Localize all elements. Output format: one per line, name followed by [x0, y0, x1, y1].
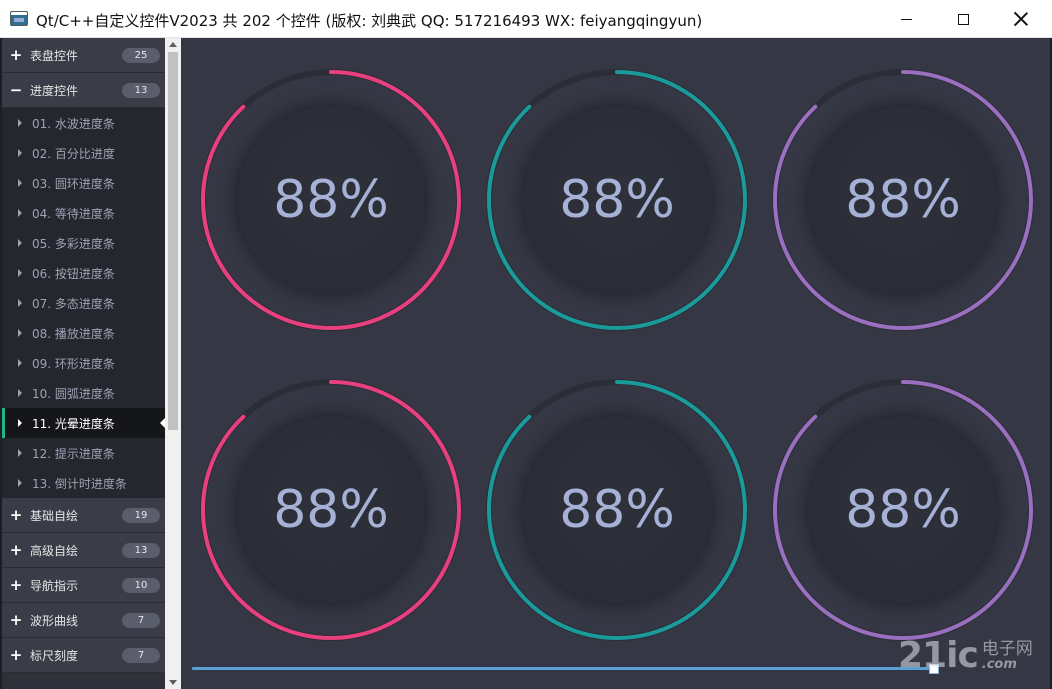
- nav-group-label: 表盘控件: [30, 48, 79, 63]
- scroll-down-icon[interactable]: [169, 680, 177, 685]
- nav-group[interactable]: + 波形曲线 7: [2, 603, 166, 638]
- halo-progress-gauge: 88%: [482, 375, 752, 645]
- caret-right-icon: [18, 209, 22, 217]
- count-badge: 7: [122, 648, 160, 663]
- count-badge: 19: [122, 508, 160, 523]
- maximize-icon: [957, 13, 969, 25]
- expand-icon: +: [9, 646, 23, 664]
- expand-icon: +: [9, 576, 23, 594]
- caret-right-icon: [18, 329, 22, 337]
- expand-icon: +: [9, 506, 23, 524]
- nav-group-label: 标尺刻度: [30, 648, 79, 663]
- minimize-icon: [900, 18, 912, 20]
- nav-item[interactable]: 06. 按钮进度条: [2, 258, 166, 288]
- progress-slider-track[interactable]: [192, 667, 937, 670]
- caret-right-icon: [18, 119, 22, 127]
- watermark-cn: 电子网: [981, 639, 1033, 659]
- watermark-logo: 21ic 电子网 .com: [898, 638, 1033, 674]
- nav-group-label: 基础自绘: [30, 508, 79, 523]
- nav-item-label: 08. 播放进度条: [32, 326, 115, 341]
- expand-icon: +: [9, 611, 23, 629]
- nav-item-label: 09. 环形进度条: [32, 356, 115, 371]
- nav-group[interactable]: + 基础自绘 19: [2, 498, 166, 533]
- nav-group[interactable]: + 高级自绘 13: [2, 533, 166, 568]
- caret-right-icon: [18, 479, 22, 487]
- caret-right-icon: [18, 179, 22, 187]
- collapse-icon: −: [9, 81, 23, 99]
- expand-icon: +: [9, 541, 23, 559]
- nav-group-label: 高级自绘: [30, 543, 79, 558]
- nav-item[interactable]: 01. 水波进度条: [2, 108, 166, 138]
- nav-item[interactable]: 08. 播放进度条: [2, 318, 166, 348]
- count-badge: 13: [122, 543, 160, 558]
- gauge-value: 88%: [845, 170, 961, 230]
- halo-progress-gauge: 88%: [482, 65, 752, 335]
- nav-group[interactable]: + 标尺刻度 7: [2, 638, 166, 673]
- caret-right-icon: [18, 389, 22, 397]
- watermark-sub: .com: [981, 657, 1017, 672]
- caret-right-icon: [18, 239, 22, 247]
- maximize-button[interactable]: [934, 0, 992, 38]
- sidebar-nav: + 表盘控件 25 − 进度控件 13 01. 水波进度条 02. 百分比进度 03. 圆环进…: [0, 38, 181, 689]
- halo-progress-gauge: 88%: [768, 375, 1038, 645]
- nav-item[interactable]: 11. 光晕进度条: [2, 408, 166, 438]
- halo-progress-gauge: 88%: [196, 375, 466, 645]
- count-badge: 10: [122, 578, 160, 593]
- nav-item[interactable]: 12. 提示进度条: [2, 438, 166, 468]
- nav-item-label: 11. 光晕进度条: [32, 416, 115, 431]
- nav-group[interactable]: + 导航指示 10: [2, 568, 166, 603]
- nav-item-label: 02. 百分比进度: [32, 146, 115, 161]
- gauge-value: 88%: [273, 480, 389, 540]
- close-icon: [1014, 12, 1028, 26]
- nav-group-label: 进度控件: [30, 83, 79, 98]
- sidebar-scrollbar[interactable]: [165, 38, 181, 689]
- count-badge: 7: [122, 613, 160, 628]
- gauge-value: 88%: [845, 480, 961, 540]
- halo-progress-gauge: 88%: [768, 65, 1038, 335]
- caret-right-icon: [18, 419, 22, 427]
- nav-group[interactable]: − 进度控件 13: [2, 73, 166, 108]
- expand-icon: +: [9, 46, 23, 64]
- caret-right-icon: [18, 359, 22, 367]
- nav-group-label: 导航指示: [30, 578, 79, 593]
- close-button[interactable]: [992, 0, 1050, 38]
- nav-item[interactable]: 04. 等待进度条: [2, 198, 166, 228]
- nav-item-label: 03. 圆环进度条: [32, 176, 115, 191]
- nav-item-label: 04. 等待进度条: [32, 206, 115, 221]
- nav-item-label: 12. 提示进度条: [32, 446, 115, 461]
- nav-item-label: 10. 圆弧进度条: [32, 386, 115, 401]
- nav-item[interactable]: 13. 倒计时进度条: [2, 468, 166, 498]
- title-bar: Qt/C++自定义控件V2023 共 202 个控件 (版权: 刘典武 QQ: …: [0, 0, 1052, 38]
- main-panel: 88% 88% 88% 88% 88% 88% 21ic 电子网 .com: [181, 38, 1050, 689]
- count-badge: 25: [122, 48, 160, 63]
- scroll-thumb[interactable]: [168, 52, 178, 430]
- nav-item[interactable]: 07. 多态进度条: [2, 288, 166, 318]
- nav-item-label: 07. 多态进度条: [32, 296, 115, 311]
- scroll-up-icon[interactable]: [169, 42, 177, 47]
- nav-item-label: 13. 倒计时进度条: [32, 476, 127, 491]
- nav-item[interactable]: 10. 圆弧进度条: [2, 378, 166, 408]
- caret-right-icon: [18, 299, 22, 307]
- count-badge: 13: [122, 83, 160, 98]
- nav-item[interactable]: 05. 多彩进度条: [2, 228, 166, 258]
- caret-right-icon: [18, 149, 22, 157]
- caret-right-icon: [18, 449, 22, 457]
- minimize-button[interactable]: [877, 0, 935, 38]
- nav-item[interactable]: 09. 环形进度条: [2, 348, 166, 378]
- gauge-value: 88%: [559, 170, 675, 230]
- nav-item-label: 01. 水波进度条: [32, 116, 115, 131]
- gauge-value: 88%: [559, 480, 675, 540]
- caret-right-icon: [18, 269, 22, 277]
- nav-item[interactable]: 02. 百分比进度: [2, 138, 166, 168]
- window-title: Qt/C++自定义控件V2023 共 202 个控件 (版权: 刘典武 QQ: …: [36, 12, 703, 30]
- nav-group[interactable]: + 表盘控件 25: [2, 38, 166, 73]
- app-icon: [10, 11, 28, 26]
- watermark-main: 21ic: [898, 635, 979, 676]
- nav-item[interactable]: 03. 圆环进度条: [2, 168, 166, 198]
- nav-group-label: 波形曲线: [30, 613, 79, 628]
- halo-progress-gauge: 88%: [196, 65, 466, 335]
- gauge-value: 88%: [273, 170, 389, 230]
- nav-item-label: 05. 多彩进度条: [32, 236, 115, 251]
- nav-item-label: 06. 按钮进度条: [32, 266, 115, 281]
